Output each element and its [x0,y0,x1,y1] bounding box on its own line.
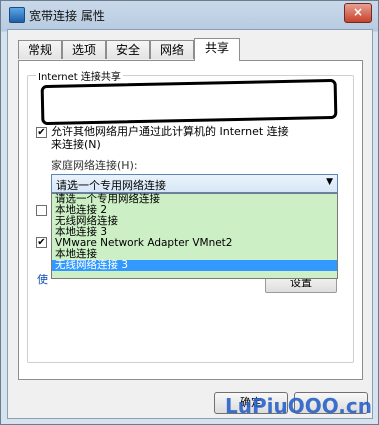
tertiary-checkbox[interactable]: ✔ [36,237,47,248]
home-network-options-list[interactable]: 请选一个专用网络连接 本地连接 2 无线网络连接 本地连接 3 VMware N… [51,193,338,279]
allow-sharing-label-line1: 允许其他网络用户通过此计算机的 Internet 连接 [51,125,289,138]
network-connection-icon [9,7,25,23]
allow-sharing-checkbox[interactable]: ✔ [36,127,47,138]
tab-general[interactable]: 常规 [18,40,62,59]
help-link-partial[interactable]: 使 [37,271,48,287]
window-title: 宽带连接 属性 [29,9,105,23]
home-network-dropdown[interactable]: 请选一个专用网络连接 ▼ [51,174,338,193]
dialog-client-area: 常规 选项 安全 网络 共享 Internet 连接共享 ✔ 允许其他网络用户通… [7,29,373,419]
tab-networking[interactable]: 网络 [150,40,194,59]
tab-security[interactable]: 安全 [106,40,150,59]
chevron-down-icon: ▼ [326,177,333,187]
close-button[interactable]: × [344,3,372,23]
annotation-highlight-box [40,78,338,126]
allow-sharing-label-line2: 来连接(N) [51,138,101,151]
tab-sharing[interactable]: 共享 [194,38,240,61]
dropdown-option-highlighted[interactable]: 无线网络连接 3 [52,260,337,271]
dropdown-selected-value: 请选一个专用网络连接 [56,179,166,192]
secondary-checkbox[interactable] [36,205,47,216]
title-bar[interactable]: 宽带连接 属性 × [1,1,379,29]
home-network-label: 家庭网络连接(H): [51,159,138,172]
watermark-logo: LuPiuOOO.cn [225,394,372,418]
tab-options[interactable]: 选项 [62,40,106,59]
properties-window: 宽带连接 属性 × 常规 选项 安全 网络 共享 Internet 连接共享 ✔… [0,0,379,425]
group-title: Internet 连接共享 [36,68,123,83]
